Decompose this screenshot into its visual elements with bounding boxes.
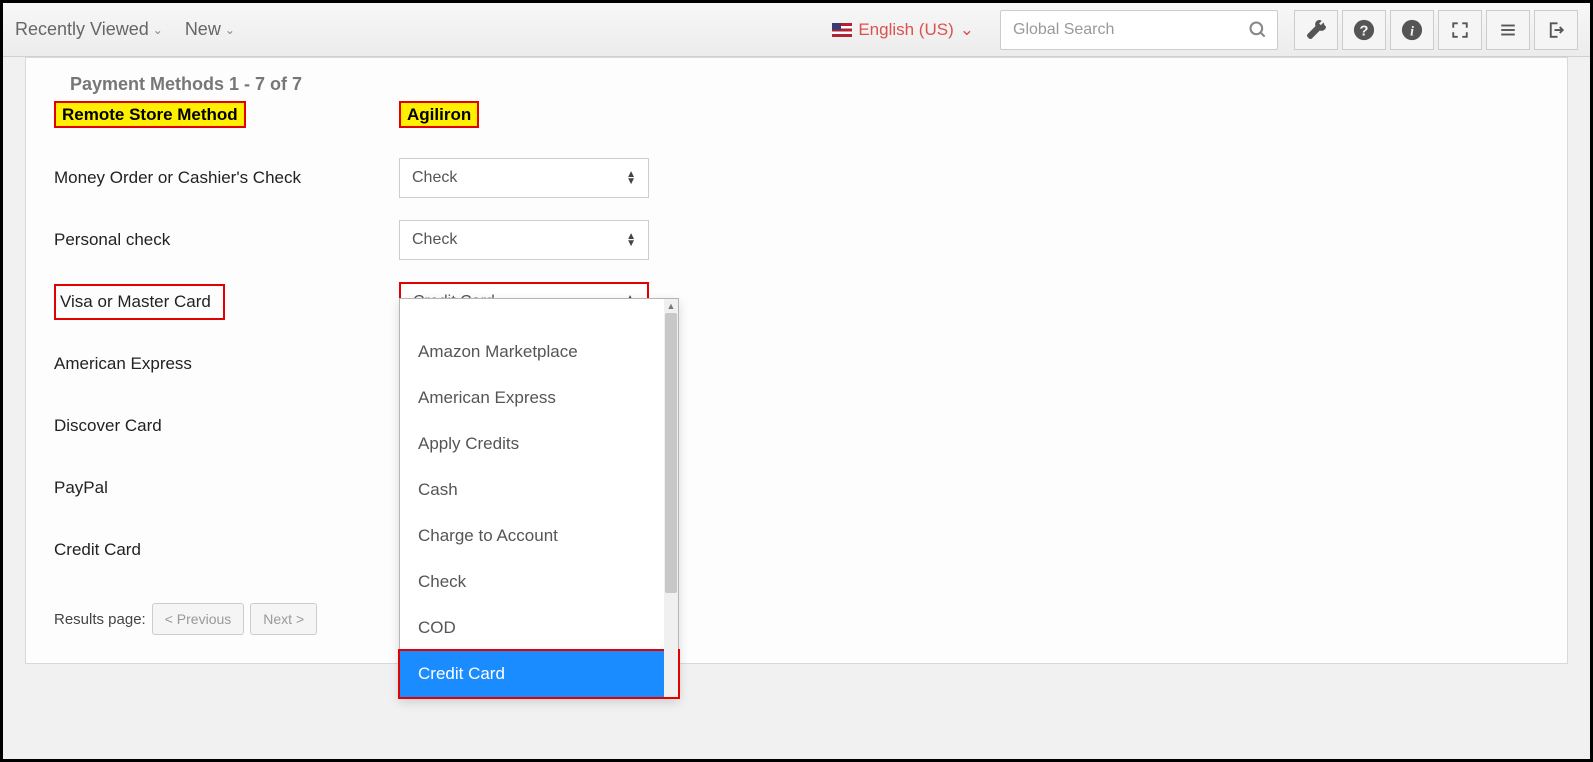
- table-row: PayPal: [54, 457, 1539, 519]
- dropdown-option[interactable]: Charge to Account: [400, 513, 678, 559]
- global-search[interactable]: [1000, 10, 1278, 50]
- payment-select[interactable]: Check ▲▼: [399, 220, 649, 260]
- select-value: Check: [412, 231, 457, 249]
- row-label: American Express: [54, 354, 399, 374]
- dropdown-option[interactable]: COD: [400, 605, 678, 651]
- svg-text:?: ?: [1360, 23, 1369, 39]
- search-input[interactable]: [1000, 10, 1278, 50]
- pagination: Results page: < Previous Next >: [54, 603, 1539, 635]
- payment-dropdown-list[interactable]: Amazon Marketplace American Express Appl…: [399, 298, 679, 698]
- info-button[interactable]: i: [1390, 10, 1434, 50]
- search-icon[interactable]: [1248, 20, 1268, 40]
- sort-icon: ▲▼: [626, 233, 636, 247]
- topbar: Recently Viewed ⌄ New ⌄ English (US) ⌄ ?: [3, 3, 1590, 57]
- dropdown-option-blank[interactable]: [400, 299, 678, 329]
- scrollbar[interactable]: ▲: [664, 299, 678, 697]
- dropdown-option[interactable]: Amazon Marketplace: [400, 329, 678, 375]
- table-row: Visa or Master Card Credit Card ▲▼: [54, 271, 1539, 333]
- page-title: Payment Methods 1 - 7 of 7: [54, 74, 1539, 95]
- table-row: Money Order or Cashier's Check Check ▲▼: [54, 147, 1539, 209]
- row-label: Personal check: [54, 230, 399, 250]
- row-label: Credit Card: [54, 540, 399, 560]
- row-label-highlighted: Visa or Master Card: [54, 284, 225, 320]
- payment-select[interactable]: Check ▲▼: [399, 158, 649, 198]
- scroll-up-icon[interactable]: ▲: [664, 299, 678, 313]
- sort-icon: ▲▼: [626, 171, 636, 185]
- svg-text:i: i: [1410, 23, 1414, 38]
- table-row: Personal check Check ▲▼: [54, 209, 1539, 271]
- dropdown-option[interactable]: Apply Credits: [400, 421, 678, 467]
- next-button[interactable]: Next >: [250, 603, 317, 635]
- recently-viewed-label: Recently Viewed: [15, 19, 149, 40]
- pager-label: Results page:: [54, 611, 146, 628]
- language-label: English (US): [858, 20, 953, 40]
- column-header-agiliron: Agiliron: [399, 101, 479, 128]
- wrench-button[interactable]: [1294, 10, 1338, 50]
- row-label: Discover Card: [54, 416, 399, 436]
- scroll-thumb[interactable]: [665, 313, 677, 593]
- menu-button[interactable]: [1486, 10, 1530, 50]
- fullscreen-button[interactable]: [1438, 10, 1482, 50]
- table-row: Credit Card: [54, 519, 1539, 581]
- new-menu-label: New: [185, 19, 221, 40]
- dropdown-option-selected[interactable]: Credit Card: [398, 649, 680, 699]
- previous-button[interactable]: < Previous: [152, 603, 245, 635]
- payment-methods-card: Payment Methods 1 - 7 of 7 Remote Store …: [25, 57, 1568, 664]
- dropdown-option[interactable]: Cash: [400, 467, 678, 513]
- column-header-remote: Remote Store Method: [54, 101, 246, 128]
- chevron-down-icon: ⌄: [960, 20, 974, 40]
- select-value: Check: [412, 169, 457, 187]
- chevron-down-icon: ⌄: [225, 23, 235, 37]
- help-button[interactable]: ?: [1342, 10, 1386, 50]
- table-row: Discover Card: [54, 395, 1539, 457]
- dropdown-option[interactable]: Check: [400, 559, 678, 605]
- new-menu[interactable]: New ⌄: [185, 19, 235, 40]
- row-label: Money Order or Cashier's Check: [54, 168, 399, 188]
- language-selector[interactable]: English (US) ⌄: [832, 20, 974, 40]
- recently-viewed-menu[interactable]: Recently Viewed ⌄: [15, 19, 163, 40]
- table-row: American Express: [54, 333, 1539, 395]
- dropdown-option[interactable]: American Express: [400, 375, 678, 421]
- chevron-down-icon: ⌄: [153, 23, 163, 37]
- logout-button[interactable]: [1534, 10, 1578, 50]
- row-label: PayPal: [54, 478, 399, 498]
- flag-icon: [832, 23, 852, 37]
